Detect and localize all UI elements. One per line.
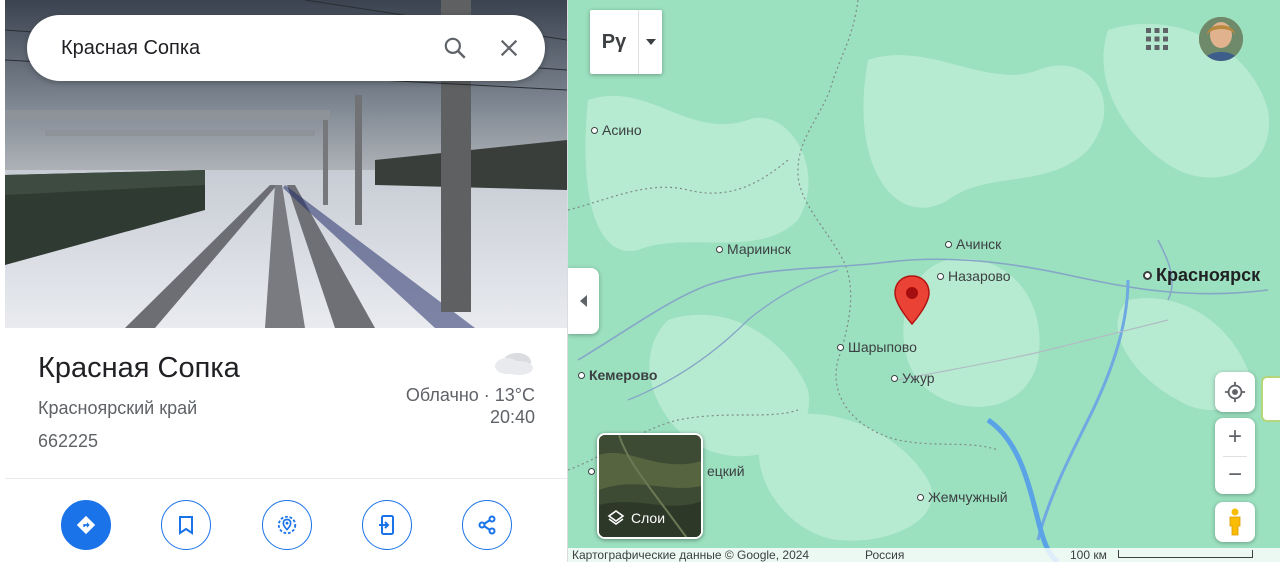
weather-info: Облачно · 13°C 20:40 (406, 384, 535, 428)
zoom-controls: + − (1215, 418, 1255, 494)
city-label: Красноярск (1156, 265, 1261, 285)
map-canvas[interactable]: Асино Мариинск Ачинск Назарово Красноярс… (568, 0, 1280, 562)
send-to-phone-button[interactable] (362, 500, 412, 550)
close-icon[interactable] (491, 30, 527, 66)
save-button[interactable] (161, 500, 211, 550)
layers-icon (607, 510, 625, 525)
layers-label-wrap: Слои (607, 509, 665, 527)
local-time: 20:40 (489, 407, 535, 427)
city-label: Кемерово (589, 367, 658, 383)
city-label: Асино (602, 122, 642, 138)
street-view-pegman[interactable] (1215, 502, 1255, 542)
scale-bar (1118, 550, 1253, 558)
city-dot (716, 245, 723, 253)
layers-label: Слои (631, 510, 666, 526)
city-dot (1143, 271, 1152, 280)
city-dot (937, 272, 944, 280)
place-title: Красная Сопка (38, 352, 240, 384)
attribution-text[interactable]: Картографические данные © Google, 2024 (572, 548, 809, 562)
city-kemerovo[interactable]: Кемерово (578, 367, 657, 383)
chevron-down-icon[interactable] (638, 10, 662, 74)
city-achinsk[interactable]: Ачинск (945, 236, 1001, 252)
bookmark-icon (179, 516, 193, 535)
city-asino[interactable]: Асино (591, 122, 642, 138)
city-nazarovo[interactable]: Назарово (937, 268, 1011, 284)
collapse-panel-button[interactable] (568, 268, 599, 334)
city-dot (891, 374, 898, 382)
city-dot (588, 467, 595, 475)
nearby-button[interactable] (262, 500, 312, 550)
my-location-icon (1224, 381, 1246, 403)
city-label: Ужур (902, 370, 935, 386)
postal-code: 662225 (38, 431, 99, 451)
pegman-icon (1229, 508, 1241, 536)
zoom-in-button[interactable]: + (1215, 418, 1255, 456)
city-label: Шарыпово (848, 339, 917, 355)
city-label: Назарово (948, 268, 1011, 284)
country-label[interactable]: Россия (865, 548, 904, 562)
place-panel: Красная Сопка Красная Сопка Красноярский… (0, 0, 568, 562)
city-dot (591, 126, 598, 134)
chevron-left-icon (579, 295, 587, 307)
zoom-out-button[interactable]: − (1215, 456, 1255, 494)
language-selector[interactable]: Pγ (590, 10, 662, 74)
city-krasnoyarsk[interactable]: Красноярск (1143, 265, 1260, 286)
location-pin-icon[interactable] (893, 274, 931, 326)
city-dot (917, 493, 924, 501)
city-label: Мариинск (727, 241, 791, 257)
city-dot (578, 371, 585, 379)
apps-grid-icon[interactable] (1145, 27, 1169, 51)
language-label: Pγ (601, 30, 627, 53)
city-sharypovo[interactable]: Шарыпово (837, 339, 917, 355)
weather-condition: Облачно · 13°C (405, 385, 535, 405)
city-uzhur[interactable]: Ужур (891, 370, 935, 386)
share-button[interactable] (462, 500, 512, 550)
map-attribution-bar: Картографические данные © Google, 2024 Р… (568, 548, 1280, 562)
city-label: Жемчужный (928, 489, 1008, 505)
cloudy-weather-icon (491, 346, 535, 376)
my-location-button[interactable] (1215, 372, 1255, 412)
action-bar (5, 479, 567, 562)
layers-button[interactable]: Слои (597, 433, 703, 539)
place-info: Красная Сопка Красноярский край 662225 О… (5, 328, 567, 478)
scale-label[interactable]: 100 км (1070, 548, 1107, 562)
user-avatar[interactable] (1199, 17, 1243, 61)
side-widget-edge[interactable] (1261, 376, 1280, 422)
share-icon (478, 515, 496, 535)
directions-button[interactable] (61, 500, 111, 550)
search-icon[interactable] (437, 30, 473, 66)
directions-icon (76, 515, 96, 535)
send-to-phone-icon (379, 515, 394, 535)
maps-app: Красная Сопка Красная Сопка Красноярский… (0, 0, 1280, 562)
city-mariinsk[interactable]: Мариинск (716, 241, 791, 257)
city-zhemchuzhny[interactable]: Жемчужный (917, 489, 1008, 505)
city-dot (837, 343, 844, 351)
nearby-icon (277, 515, 297, 535)
search-box[interactable]: Красная Сопка (27, 15, 545, 81)
place-region: Красноярский край (38, 398, 198, 418)
search-input[interactable]: Красная Сопка (61, 37, 437, 60)
city-label: Ачинск (956, 236, 1002, 252)
city-dot (945, 240, 952, 248)
